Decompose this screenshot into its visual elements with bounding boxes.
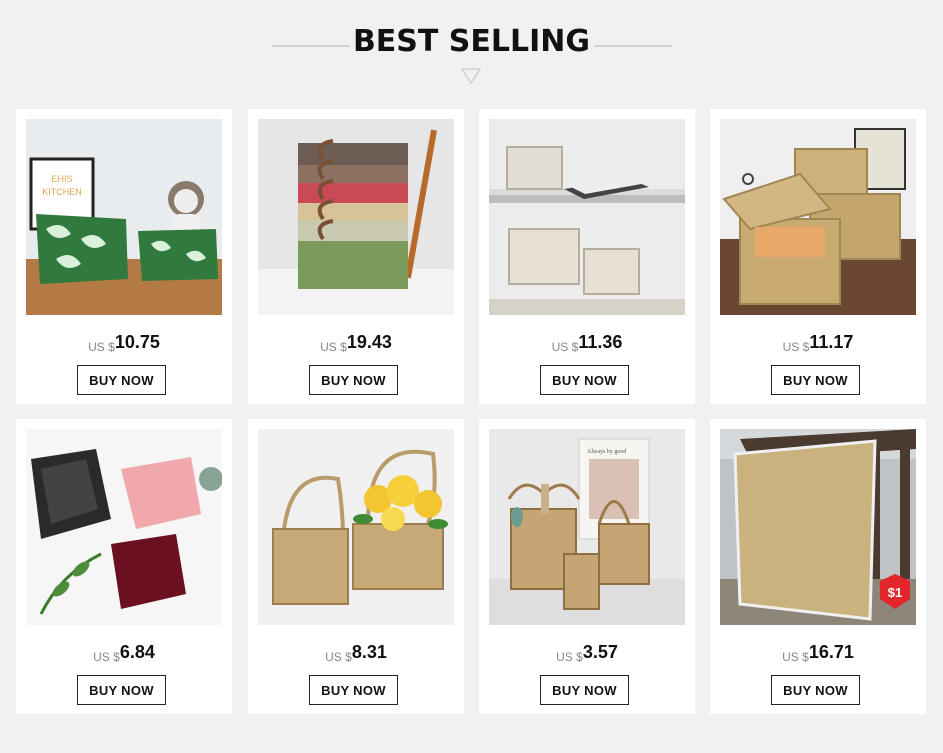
product-card[interactable]: US $8.31 BUY NOW	[248, 419, 464, 714]
buy-now-button[interactable]: BUY NOW	[771, 675, 860, 705]
price: US $6.84	[16, 642, 232, 664]
discount-badge: $1	[888, 585, 902, 600]
price-value: 3.57	[582, 642, 618, 662]
buy-now-button[interactable]: BUY NOW	[77, 365, 166, 395]
buy-now-button[interactable]: BUY NOW	[540, 675, 629, 705]
product-card[interactable]: $1 US $16.71 BUY NOW	[710, 419, 926, 714]
product-card[interactable]: EHIS KITCHEN US $10.75 BUY NOW	[16, 109, 232, 404]
price-value: 6.84	[119, 642, 155, 662]
price-value: 19.43	[346, 332, 392, 352]
down-triangle-icon	[460, 68, 482, 85]
product-card[interactable]: US $11.17 BUY NOW	[710, 109, 926, 404]
product-image[interactable]	[258, 119, 454, 315]
title-divider-right	[594, 45, 672, 47]
product-image[interactable]: EHIS KITCHEN	[26, 119, 222, 315]
currency-label: US $	[325, 650, 352, 664]
section-title: BEST SELLING	[352, 24, 591, 59]
product-image[interactable]	[489, 119, 685, 315]
product-image[interactable]	[26, 429, 222, 625]
currency-label: US $	[88, 340, 115, 354]
poster-text: KITCHEN	[42, 187, 82, 197]
price: US $11.36	[479, 332, 695, 354]
product-card[interactable]: Always by good US $3.57 BUY NOW	[479, 419, 695, 714]
product-image[interactable]	[720, 119, 916, 315]
currency-label: US $	[556, 650, 583, 664]
price: US $8.31	[248, 642, 464, 664]
currency-label: US $	[551, 340, 579, 354]
price: US $16.71	[710, 642, 926, 664]
buy-now-button[interactable]: BUY NOW	[771, 365, 860, 395]
product-card[interactable]: US $6.84 BUY NOW	[16, 419, 232, 714]
price: US $19.43	[248, 332, 464, 354]
buy-now-button[interactable]: BUY NOW	[309, 675, 398, 705]
section-header: BEST SELLING	[0, 0, 943, 100]
price-value: 16.71	[808, 642, 854, 662]
buy-now-button[interactable]: BUY NOW	[540, 365, 629, 395]
buy-now-button[interactable]: BUY NOW	[77, 675, 166, 705]
price-value: 11.36	[578, 332, 623, 352]
poster-text: EHIS	[51, 174, 72, 184]
currency-label: US $	[782, 340, 810, 354]
product-image[interactable]	[258, 429, 454, 625]
price-value: 8.31	[351, 642, 387, 662]
price: US $3.57	[479, 642, 695, 664]
price: US $10.75	[16, 332, 232, 354]
currency-label: US $	[782, 650, 809, 664]
buy-now-button[interactable]: BUY NOW	[309, 365, 398, 395]
currency-label: US $	[93, 650, 120, 664]
poster-text: Always by good	[587, 449, 626, 455]
product-card[interactable]: US $11.36 BUY NOW	[479, 109, 695, 404]
price-value: 11.17	[809, 332, 854, 352]
price: US $11.17	[710, 332, 926, 354]
product-image[interactable]: $1	[720, 429, 916, 625]
product-card[interactable]: US $19.43 BUY NOW	[248, 109, 464, 404]
currency-label: US $	[320, 340, 347, 354]
price-value: 10.75	[114, 332, 160, 352]
product-image[interactable]: Always by good	[489, 429, 685, 625]
